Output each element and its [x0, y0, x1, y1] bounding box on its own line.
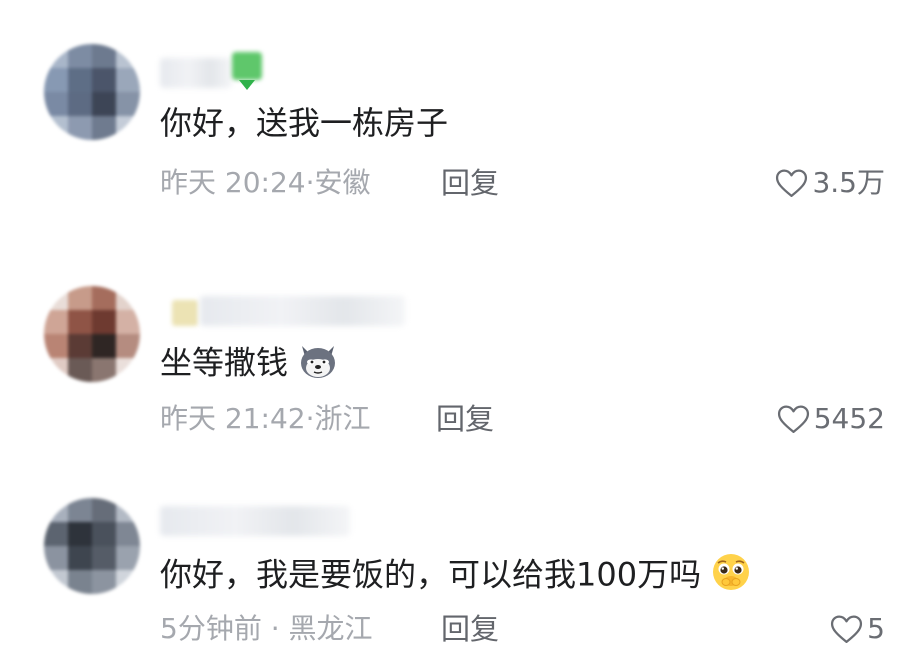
comment-location: 黑龙江 — [288, 612, 373, 645]
username-blurred[interactable] — [160, 506, 350, 536]
reply-button[interactable]: 回复 — [441, 612, 499, 646]
pleading-face-emoji-icon — [709, 551, 753, 602]
comment-time: 5分钟前 — [160, 612, 262, 645]
comment-text: 你好，我是要饭的，可以给我100万吗 — [160, 551, 753, 602]
like-button[interactable]: 5 — [830, 612, 885, 646]
comment-meta: 5分钟前 · 黑龙江 — [160, 612, 373, 646]
meta-separator: · — [261, 612, 289, 645]
like-count: 5 — [867, 612, 885, 645]
comment-text-content: 你好，我是要饭的，可以给我100万吗 — [160, 555, 702, 594]
avatar[interactable] — [44, 498, 140, 594]
comment-item: 你好，我是要饭的，可以给我100万吗 5分钟前 · 黑龙江 回复 5 — [0, 0, 909, 655]
heart-icon — [831, 615, 863, 644]
